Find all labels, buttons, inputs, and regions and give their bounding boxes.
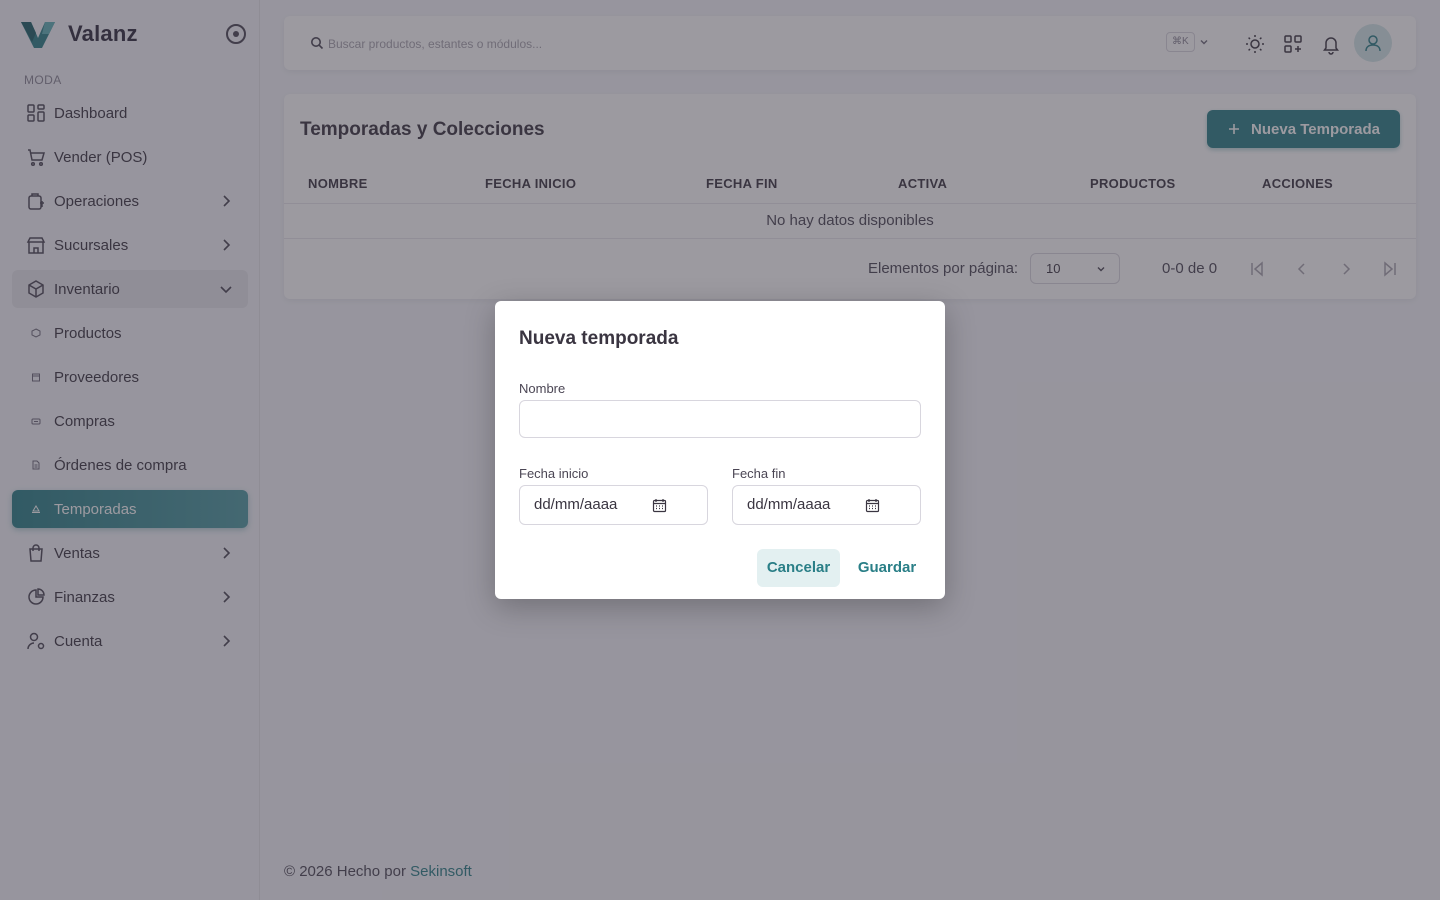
new-season-dialog: Nueva temporada Nombre Fecha inicio dd/m… bbox=[495, 301, 945, 599]
start-date-input[interactable]: dd/mm/aaaa bbox=[519, 485, 708, 525]
dialog-title: Nueva temporada bbox=[519, 328, 679, 349]
start-date-label: Fecha inicio bbox=[519, 466, 589, 481]
calendar-icon[interactable] bbox=[652, 498, 667, 513]
end-date-input[interactable]: dd/mm/aaaa bbox=[732, 485, 921, 525]
end-date-value: dd/mm/aaaa bbox=[747, 496, 831, 513]
cancel-button[interactable]: Cancelar bbox=[757, 549, 840, 587]
save-button[interactable]: Guardar bbox=[852, 549, 922, 587]
name-input[interactable] bbox=[519, 400, 921, 438]
name-label: Nombre bbox=[519, 381, 566, 396]
start-date-value: dd/mm/aaaa bbox=[534, 496, 618, 513]
calendar-icon[interactable] bbox=[865, 498, 880, 513]
end-date-label: Fecha fin bbox=[732, 466, 786, 481]
